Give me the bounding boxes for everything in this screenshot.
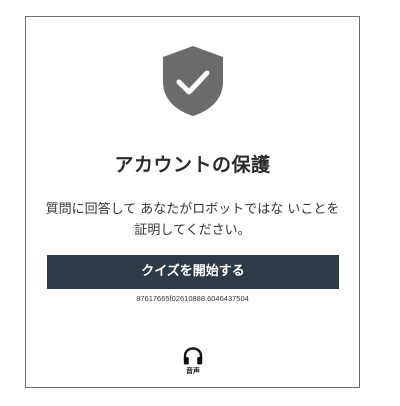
- account-protection-card: アカウントの保護 質問に回答して あなたがロボットではな いことを証明してくださ…: [25, 16, 360, 388]
- shield-check-icon: [160, 44, 226, 118]
- description-text: 質問に回答して あなたがロボットではな いことを証明してください。: [45, 202, 340, 238]
- session-id-text: 87617665f02610888.6046437504: [136, 294, 249, 303]
- audio-label: 音声: [186, 367, 200, 375]
- page-title: アカウントの保護: [114, 154, 271, 176]
- start-quiz-button[interactable]: クイズを開始する: [47, 255, 339, 289]
- audio-button[interactable]: 音声: [173, 347, 213, 379]
- headphones-icon: [183, 347, 203, 365]
